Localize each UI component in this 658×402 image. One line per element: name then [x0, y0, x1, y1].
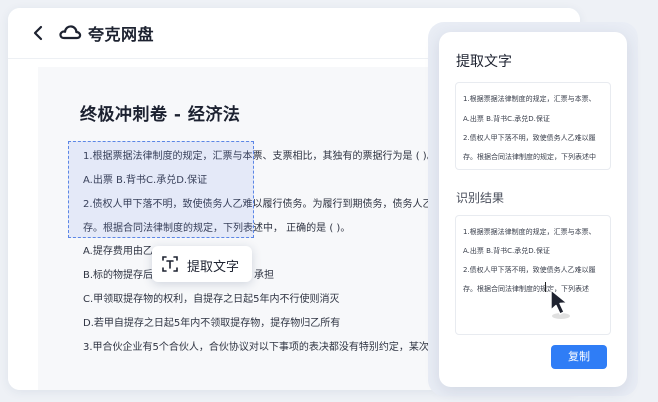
cloud-logo-icon — [59, 25, 82, 40]
document-title: 终极冲刺卷 - 经济法 — [80, 105, 241, 125]
document-line: 承担 — [254, 270, 274, 281]
copy-button[interactable]: 复制 — [551, 345, 607, 369]
source-text-line: 2.债权人甲下落不明，致使债务人乙难以履 — [463, 134, 596, 142]
document-line: C.甲领取提存物的权利，自提存之日起5年内不行使则消灭 — [83, 294, 340, 305]
result-text-line: 1.根据票据法律制度的规定，汇票与本票、 — [463, 228, 596, 236]
extract-text-button[interactable]: 提取文字 — [152, 246, 252, 282]
result-label: 识别结果 — [456, 191, 505, 205]
result-text-box[interactable]: 1.根据票据法律制度的规定，汇票与本票、 A.出票 B.背书C.承兑D.保证 2… — [455, 215, 611, 335]
source-text-line: 存。根据合同法律制度的规定，下列表述中 — [463, 153, 596, 161]
chevron-left-icon[interactable] — [30, 24, 46, 42]
extract-text-panel: 提取文字 1.根据票据法律制度的规定，汇票与本票、 A.出票 B.背书C.承兑D… — [439, 32, 627, 387]
mouse-pointer-icon — [550, 289, 570, 319]
document-line: A.提存费用由乙 — [83, 246, 153, 257]
result-text-line: 2.债权人甲下落不明，致使债务人乙难以履 — [463, 266, 596, 274]
source-text-line: A.出票 B.背书C.承兑D.保证 — [463, 115, 550, 123]
document-line: 3.甲合伙企业有5个合伙人，合伙协议对以下事项的表决都没有特别约定，某次召开 — [83, 342, 437, 353]
extract-text-label: 提取文字 — [187, 260, 240, 275]
text-selection-box[interactable] — [68, 141, 254, 238]
document-line: B.标的物提存后, — [83, 270, 157, 281]
panel-title: 提取文字 — [456, 54, 512, 70]
source-text-line: 1.根据票据法律制度的规定，汇票与本票、 — [463, 95, 596, 103]
app-title: 夸克网盘 — [88, 25, 155, 44]
source-text-box: 1.根据票据法律制度的规定，汇票与本票、 A.出票 B.背书C.承兑D.保证 2… — [455, 82, 611, 170]
document-line: D.若甲自提存之日起5年内不领取提存物，提存物归乙所有 — [83, 318, 341, 329]
text-extract-icon — [162, 256, 178, 272]
result-text-line: A.出票 B.背书C.承兑D.保证 — [463, 247, 550, 255]
